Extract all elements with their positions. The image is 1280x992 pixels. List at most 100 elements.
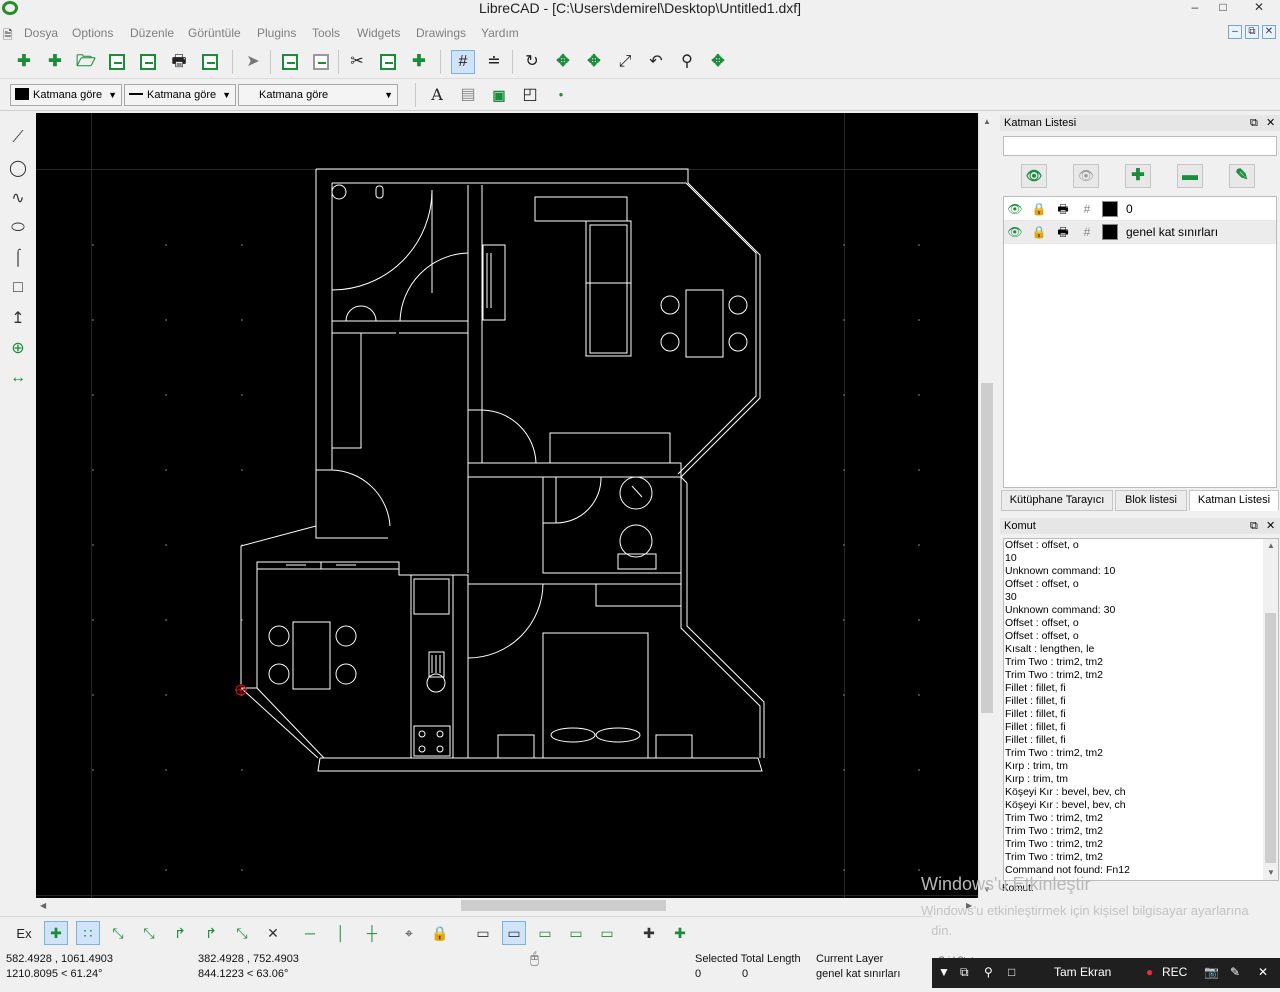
vertical-scroll-thumb[interactable] <box>981 383 993 713</box>
dimension-tool-icon[interactable]: ↥ <box>6 306 30 330</box>
close-panel-icon[interactable]: ✕ <box>1266 115 1275 131</box>
search-icon[interactable]: ⚲ <box>984 965 993 979</box>
menu-tools[interactable]: Tools <box>312 26 340 40</box>
menu-widgets[interactable]: Widgets <box>357 26 400 40</box>
layer-row[interactable]: 👁 🔒 🖶 # 0 <box>1004 198 1276 221</box>
print-preview-icon[interactable] <box>198 50 222 74</box>
rec-button[interactable]: REC <box>1162 965 1187 979</box>
hatch-icon[interactable]: ▤ <box>456 83 480 107</box>
construction-grid-icon[interactable]: # <box>1079 201 1095 217</box>
maximize-button[interactable]: □ <box>1210 0 1236 14</box>
add-layer-button[interactable]: ✚ <box>1125 164 1151 188</box>
line-tool-icon[interactable]: ⟋ <box>6 126 30 150</box>
copy-icon[interactable] <box>376 50 400 74</box>
hide-all-layers-button[interactable]: 👁 <box>1073 164 1099 188</box>
tab-library-browser[interactable]: Kütüphane Tarayıcı <box>1001 490 1113 511</box>
select-tool-icon[interactable]: □ <box>6 276 30 300</box>
grid-toggle-icon[interactable]: # <box>451 50 475 74</box>
add-info-icon[interactable]: ✚ <box>637 921 661 945</box>
save-icon[interactable] <box>105 50 129 74</box>
undo-icon[interactable] <box>278 50 302 74</box>
redo-icon[interactable] <box>309 50 333 74</box>
zoom-pan-icon[interactable]: ✥ <box>706 50 730 74</box>
printer-icon[interactable]: 🖶 <box>1055 201 1071 217</box>
polyline-tool-icon[interactable]: ⌠ <box>6 246 30 270</box>
cut-icon[interactable]: ✂ <box>345 50 369 74</box>
ellipse-tool-icon[interactable]: ⬭ <box>6 216 30 240</box>
tab-block-list[interactable]: Blok listesi <box>1115 490 1187 511</box>
snap-distance-icon[interactable]: ⤡ <box>230 921 254 945</box>
new-file-icon[interactable]: ✚ <box>12 50 36 74</box>
document-icon[interactable]: 🗎 <box>3 26 13 47</box>
view-icon-3[interactable]: ▭ <box>533 921 557 945</box>
text-tool-icon[interactable]: A <box>425 83 449 107</box>
pen-icon[interactable]: ✎ <box>1230 965 1240 979</box>
paste-icon[interactable]: ✚ <box>407 50 431 74</box>
restrict-horizontal-icon[interactable]: ─ <box>298 921 322 945</box>
construction-grid-icon[interactable]: # <box>1079 224 1095 240</box>
float-panel-icon[interactable]: ⧉ <box>1250 115 1258 131</box>
snap-middle-icon[interactable]: ↱ <box>199 921 223 945</box>
mdi-minimize-button[interactable]: – <box>1228 25 1242 39</box>
zoom-previous-icon[interactable]: ↶ <box>644 50 668 74</box>
window-icon[interactable]: ⧉ <box>960 965 969 980</box>
curve-tool-icon[interactable]: ∿ <box>6 186 30 210</box>
zoom-out-icon[interactable]: ✥ <box>582 50 606 74</box>
restrict-orthogonal-icon[interactable]: ┼ <box>360 921 384 945</box>
camera-icon[interactable]: 📷 <box>1204 965 1219 979</box>
block-insert-icon[interactable]: ◰ <box>518 83 542 107</box>
menu-help[interactable]: Yardım <box>481 26 519 40</box>
redraw-icon[interactable]: ↻ <box>520 50 544 74</box>
visibility-eye-icon[interactable]: 👁 <box>1007 201 1023 217</box>
float-panel-icon[interactable]: ⧉ <box>1250 518 1258 534</box>
exclusive-snap-button[interactable]: Ex <box>12 921 36 945</box>
point-icon[interactable]: ● <box>549 83 573 107</box>
horizontal-scrollbar[interactable]: ◀ ▶ <box>36 898 978 913</box>
show-all-layers-button[interactable]: 👁 <box>1021 164 1047 188</box>
mdi-restore-button[interactable]: ⧉ <box>1245 25 1259 39</box>
menu-view[interactable]: Görüntüle <box>188 26 241 40</box>
scroll-left-icon[interactable]: ◀ <box>40 901 46 910</box>
close-icon[interactable]: ✕ <box>1258 965 1268 979</box>
visibility-eye-icon[interactable]: 👁 <box>1007 224 1023 240</box>
snap-entity-icon[interactable]: ⤡ <box>137 921 161 945</box>
zoom-auto-icon[interactable]: ⤢ <box>613 50 637 74</box>
circle-tool-icon[interactable]: ◯ <box>6 156 30 180</box>
command-scroll-thumb[interactable] <box>1265 613 1276 863</box>
horizontal-scroll-thumb[interactable] <box>461 900 666 911</box>
layer-color-swatch[interactable] <box>1102 201 1118 217</box>
lock-relative-zero-icon[interactable]: 🔒 <box>428 921 452 945</box>
vertical-scrollbar[interactable]: ▲ ▼ <box>978 113 995 898</box>
minimize-button[interactable]: – <box>1182 0 1208 14</box>
menu-edit[interactable]: Düzenle <box>130 26 174 40</box>
menu-file[interactable]: Dosya <box>24 26 58 40</box>
drawing-canvas[interactable] <box>36 113 978 898</box>
add-layer-icon[interactable]: ✚ <box>668 921 692 945</box>
pen-type-combo[interactable]: Katmana göre ▼ <box>238 84 398 106</box>
command-history[interactable]: Offset : offset, o 10 Unknown command: 10 O… <box>1003 538 1279 881</box>
scroll-down-icon[interactable]: ▼ <box>1267 868 1275 877</box>
command-scrollbar[interactable]: ▲ ▼ <box>1263 539 1278 880</box>
relative-zero-icon[interactable]: ⌖ <box>397 921 421 945</box>
pen-color-combo[interactable]: Katmana göre ▼ <box>10 84 122 106</box>
layer-color-swatch[interactable] <box>1102 224 1118 240</box>
lock-icon[interactable]: 🔒 <box>1031 224 1047 240</box>
close-panel-icon[interactable]: ✕ <box>1266 518 1275 534</box>
fullscreen-button[interactable]: Tam Ekran <box>1054 965 1111 979</box>
zoom-in-icon[interactable]: ✥ <box>551 50 575 74</box>
snap-intersection-icon[interactable]: ✕ <box>261 921 285 945</box>
close-button[interactable]: ✕ <box>1246 0 1272 14</box>
modify-tool-icon[interactable]: ⊕ <box>6 336 30 360</box>
zoom-window-icon[interactable]: ⚲ <box>675 50 699 74</box>
view-icon-1[interactable]: ▭ <box>471 921 495 945</box>
dropdown-icon[interactable]: ▼ <box>938 965 950 979</box>
view-icon-2[interactable]: ▭ <box>502 921 526 945</box>
layer-filter-input[interactable] <box>1003 136 1277 156</box>
select-pointer-icon[interactable]: ➤ <box>241 50 265 74</box>
snap-grid-icon[interactable]: ∷ <box>76 921 100 945</box>
save-as-icon[interactable] <box>136 50 160 74</box>
restrict-vertical-icon[interactable]: │ <box>329 921 353 945</box>
menu-plugins[interactable]: Plugins <box>257 26 296 40</box>
print-icon[interactable]: 🖶 <box>167 50 191 74</box>
region-icon[interactable]: □ <box>1008 965 1015 979</box>
